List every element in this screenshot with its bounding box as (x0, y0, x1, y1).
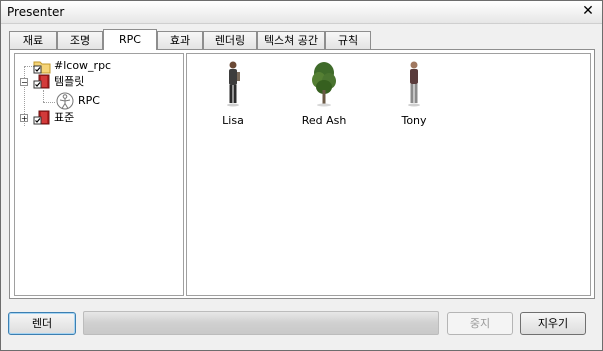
tab-rendering[interactable]: 렌더링 (203, 31, 257, 49)
tree-item-label: 템플릿 (54, 75, 85, 88)
rpc-item-lisa[interactable]: Lisa (203, 60, 263, 130)
render-progress-bar (83, 311, 439, 335)
rpc-content-view[interactable]: Lisa Red Ash Tony (186, 53, 591, 296)
tree-item-label: RPC (78, 94, 100, 107)
title-bar[interactable]: Presenter ✕ (1, 1, 602, 24)
library-tree[interactable]: #lcow_rpc − 템플릿 RPC + 표준 (14, 53, 184, 296)
window-title: Presenter (7, 5, 65, 19)
folder-icon (33, 61, 51, 74)
person-icon (408, 61, 420, 107)
clear-button[interactable]: 지우기 (520, 312, 586, 335)
book-icon (33, 74, 50, 89)
rpc-tab-panel: #lcow_rpc − 템플릿 RPC + 표준 Lisa Red Ash To… (9, 49, 595, 299)
tab-effects[interactable]: 효과 (157, 31, 203, 49)
tab-rpc[interactable]: RPC (103, 29, 157, 50)
tab-lighting[interactable]: 조명 (57, 31, 103, 49)
collapse-icon[interactable]: − (20, 78, 28, 87)
render-button[interactable]: 렌더 (8, 312, 76, 335)
rpc-item-label: Tony (401, 114, 427, 127)
presenter-window: Presenter ✕ 재료 조명 RPC 효과 렌더링 텍스쳐 공간 규칙 # (0, 0, 603, 351)
rpc-item-label: Red Ash (301, 114, 347, 127)
tree-icon (312, 62, 336, 107)
close-icon[interactable]: ✕ (580, 3, 596, 19)
book-icon (33, 110, 50, 125)
tree-item-label: 표준 (54, 111, 75, 124)
stop-button[interactable]: 중지 (447, 312, 513, 335)
tab-texture-space[interactable]: 텍스쳐 공간 (257, 31, 325, 49)
person-icon (227, 61, 240, 107)
tree-item-label: #lcow_rpc (54, 59, 112, 72)
tab-rules[interactable]: 규칙 (325, 31, 371, 49)
expand-icon[interactable]: + (20, 114, 28, 123)
tab-materials[interactable]: 재료 (9, 31, 57, 49)
rpc-item-label: Lisa (222, 114, 244, 127)
rpc-item-tony[interactable]: Tony (384, 60, 444, 130)
rpc-item-red-ash[interactable]: Red Ash (294, 60, 354, 130)
figure-icon (56, 92, 74, 110)
